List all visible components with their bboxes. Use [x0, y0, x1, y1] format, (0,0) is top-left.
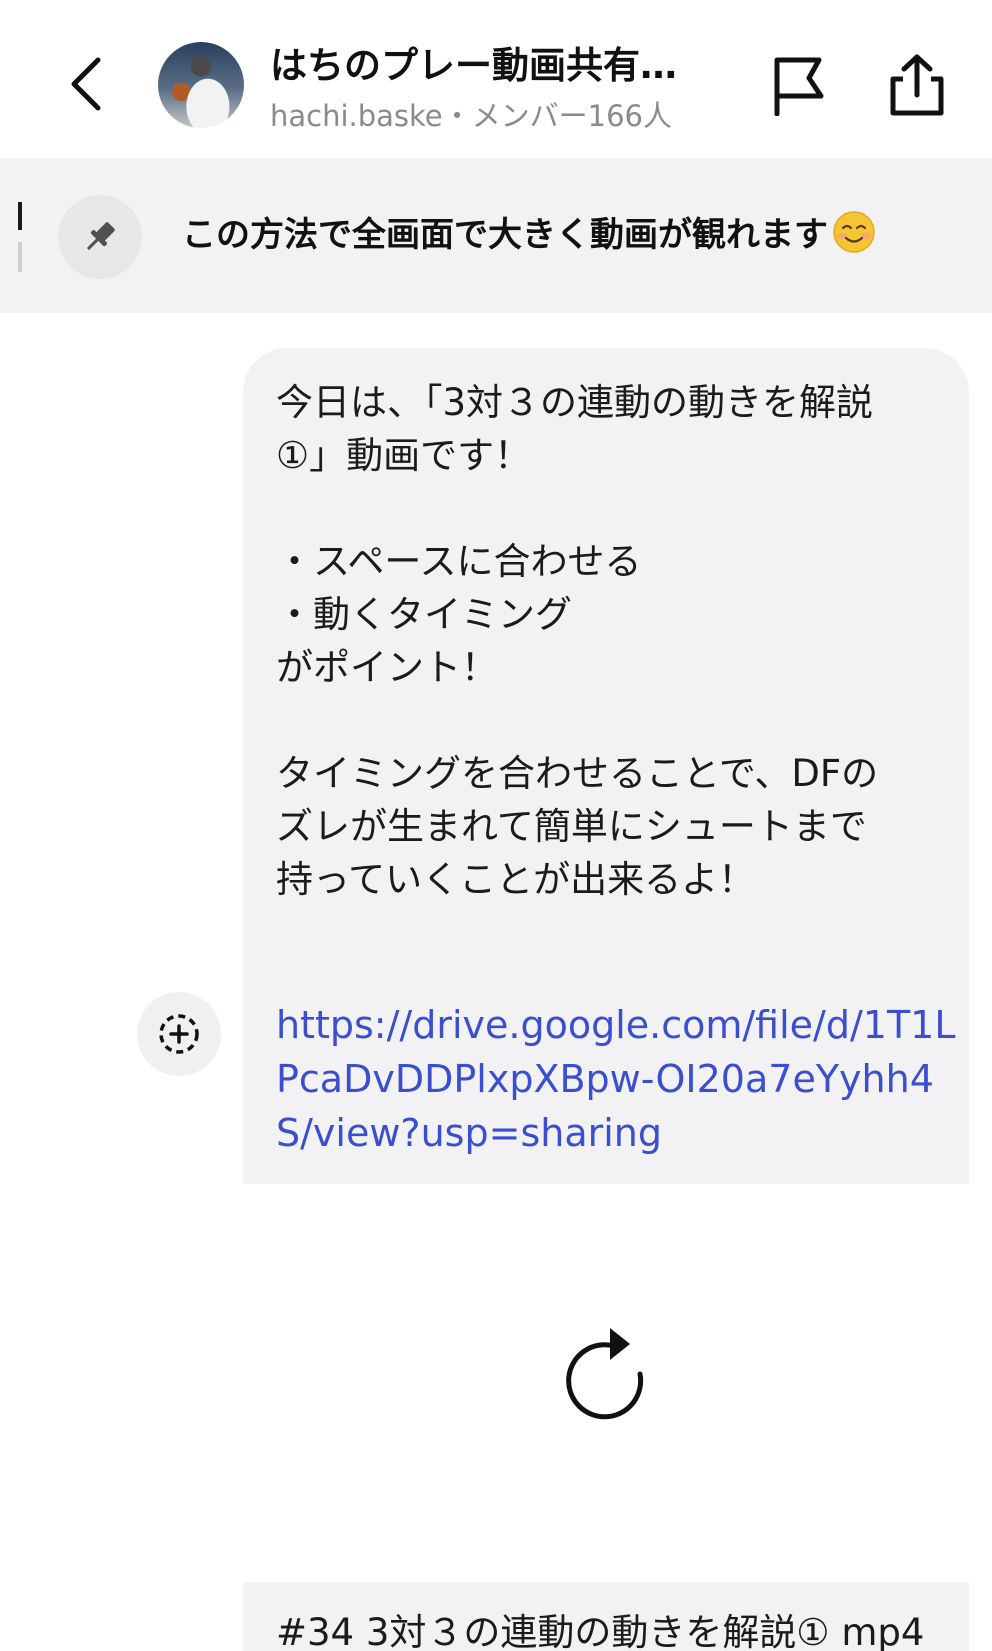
chevron-left-icon — [71, 57, 101, 111]
pin-icon — [86, 222, 115, 251]
chat-title[interactable]: はちのプレー動画共有… — [270, 42, 710, 90]
next-message-text: #34 3対３の連動の動きを解説① mp4 — [276, 1611, 925, 1651]
pinned-message-text: この方法で全画面で大きく動画が観れます — [182, 210, 876, 259]
avatar[interactable] — [158, 42, 244, 128]
add-reaction-button[interactable] — [137, 992, 221, 1076]
message-bubble[interactable]: 今日は、「3対３の連動の動きを解説 ①」動画です！ ・スペースに合わせる ・動く… — [243, 348, 969, 1184]
chat-subtitle: hachi.baske・メンバー166人 — [270, 99, 672, 133]
chat-screen: はちのプレー動画共有… hachi.baske・メンバー166人 この方法で全画… — [0, 0, 992, 1651]
header: はちのプレー動画共有… hachi.baske・メンバー166人 — [0, 0, 992, 158]
reload-button[interactable] — [556, 1322, 656, 1422]
back-button[interactable] — [58, 52, 114, 116]
pin-icon-badge — [58, 195, 142, 279]
pinned-message-banner[interactable]: この方法で全画面で大きく動画が観れます — [0, 158, 992, 313]
share-icon — [890, 54, 944, 116]
message-text: 今日は、「3対３の連動の動きを解説 ①」動画です！ ・スペースに合わせる ・動く… — [276, 381, 879, 901]
next-message-bubble[interactable]: #34 3対３の連動の動きを解説① mp4 — [243, 1582, 969, 1651]
message-link[interactable]: https://drive.google.com/file/d/1T1LPcaD… — [276, 998, 956, 1160]
smiling-face-icon — [832, 210, 876, 254]
add-reaction-icon — [159, 1014, 199, 1054]
share-button[interactable] — [882, 50, 952, 120]
flag-icon — [774, 57, 824, 116]
flag-button[interactable] — [764, 50, 834, 120]
pinned-page-indicator — [18, 202, 22, 272]
pinned-message-label: この方法で全画面で大きく動画が観れます — [182, 215, 828, 255]
reload-icon — [566, 1328, 644, 1420]
